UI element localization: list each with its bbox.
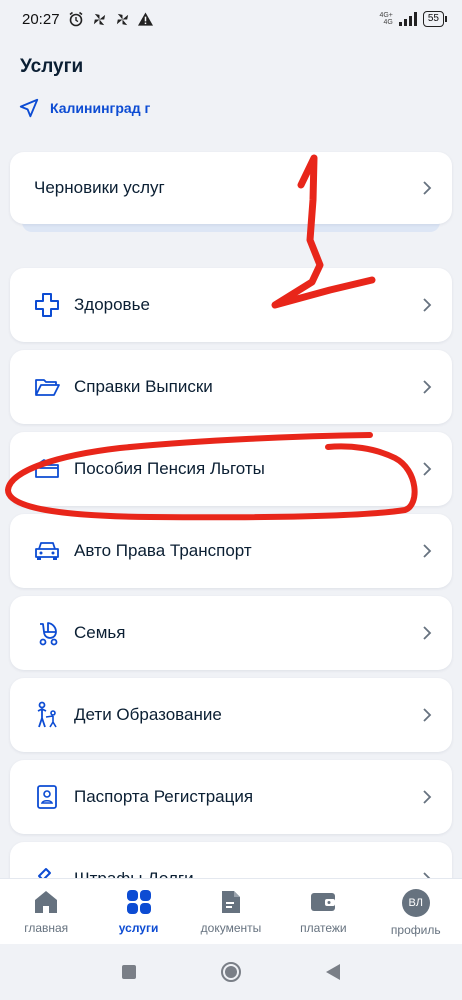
parent-child-icon xyxy=(34,701,60,728)
home-circle-icon[interactable] xyxy=(220,961,242,983)
nav-services-label: услуги xyxy=(118,921,159,935)
status-left: 20:27 xyxy=(22,11,153,28)
network-type: 4G+ 4G xyxy=(379,12,393,26)
home-icon xyxy=(35,891,58,913)
medical-cross-icon xyxy=(34,292,60,318)
nav-payments[interactable]: платежи xyxy=(277,889,369,935)
grid-icon xyxy=(126,890,151,914)
category-family[interactable]: Семья xyxy=(10,596,452,670)
location-selector[interactable]: Калининград г xyxy=(18,97,150,119)
chevron-right-icon xyxy=(420,181,434,195)
category-passports[interactable]: Паспорта Регистрация xyxy=(10,760,452,834)
category-label: Авто Права Транспорт xyxy=(74,541,252,560)
chevron-right-icon xyxy=(420,626,434,640)
category-health[interactable]: Здоровье xyxy=(10,268,452,342)
folder-open-icon xyxy=(34,374,60,400)
chevron-right-icon xyxy=(420,462,434,476)
page-title: Услуги xyxy=(20,56,84,77)
category-label: Здоровье xyxy=(74,295,150,314)
category-label: Дети Образование xyxy=(74,705,222,724)
chevron-right-icon xyxy=(420,380,434,394)
category-label: Семья xyxy=(74,623,126,642)
back-triangle-icon[interactable] xyxy=(325,963,341,981)
nav-home-label: главная xyxy=(24,921,69,935)
document-icon xyxy=(221,891,240,913)
chevron-right-icon xyxy=(420,708,434,722)
category-children[interactable]: Дети Образование xyxy=(10,678,452,752)
alarm-icon xyxy=(69,11,83,27)
nav-home[interactable]: главная xyxy=(0,889,92,935)
status-bar: 20:27 4G+ 4G 55 xyxy=(0,0,462,38)
bottom-navigation: главная услуги документы платежи ВЛ проф… xyxy=(0,878,462,944)
nav-documents-label: документы xyxy=(200,921,262,935)
battery-icon: 55 xyxy=(422,11,448,27)
nav-documents[interactable]: документы xyxy=(185,889,277,935)
car-icon xyxy=(34,538,60,564)
chevron-right-icon xyxy=(420,790,434,804)
category-label: Паспорта Регистрация xyxy=(74,787,254,806)
category-certificates[interactable]: Справки Выписки xyxy=(10,350,452,424)
system-navigation xyxy=(0,944,462,1000)
passport-icon xyxy=(34,784,60,810)
pinwheel-icon xyxy=(93,13,105,25)
wallet-icon xyxy=(311,893,336,911)
status-time: 20:27 xyxy=(22,10,60,28)
stroller-icon xyxy=(34,620,60,646)
drafts-label: Черновики услуг xyxy=(34,178,165,197)
nav-payments-label: платежи xyxy=(300,921,347,935)
pinwheel-icon-2 xyxy=(116,13,128,25)
signal-icon xyxy=(398,12,417,26)
location-label: Калининград г xyxy=(50,100,151,116)
avatar: ВЛ xyxy=(401,889,430,917)
nav-services[interactable]: услуги xyxy=(93,889,185,935)
wallet-icon xyxy=(34,456,60,482)
navigation-arrow-icon xyxy=(19,98,39,118)
chevron-right-icon xyxy=(420,298,434,312)
category-label: Справки Выписки xyxy=(74,377,213,396)
category-label: Пособия Пенсия Льготы xyxy=(74,459,265,478)
drafts-card[interactable]: Черновики услуг xyxy=(10,152,452,224)
nav-profile[interactable]: ВЛ профиль xyxy=(370,889,462,937)
recent-apps-icon[interactable] xyxy=(121,964,137,980)
chevron-right-icon xyxy=(420,544,434,558)
category-auto[interactable]: Авто Права Транспорт xyxy=(10,514,452,588)
category-benefits[interactable]: Пособия Пенсия Льготы xyxy=(10,432,452,506)
nav-profile-label: профиль xyxy=(390,923,441,937)
status-right: 4G+ 4G 55 xyxy=(379,11,448,27)
warning-icon xyxy=(137,12,153,26)
